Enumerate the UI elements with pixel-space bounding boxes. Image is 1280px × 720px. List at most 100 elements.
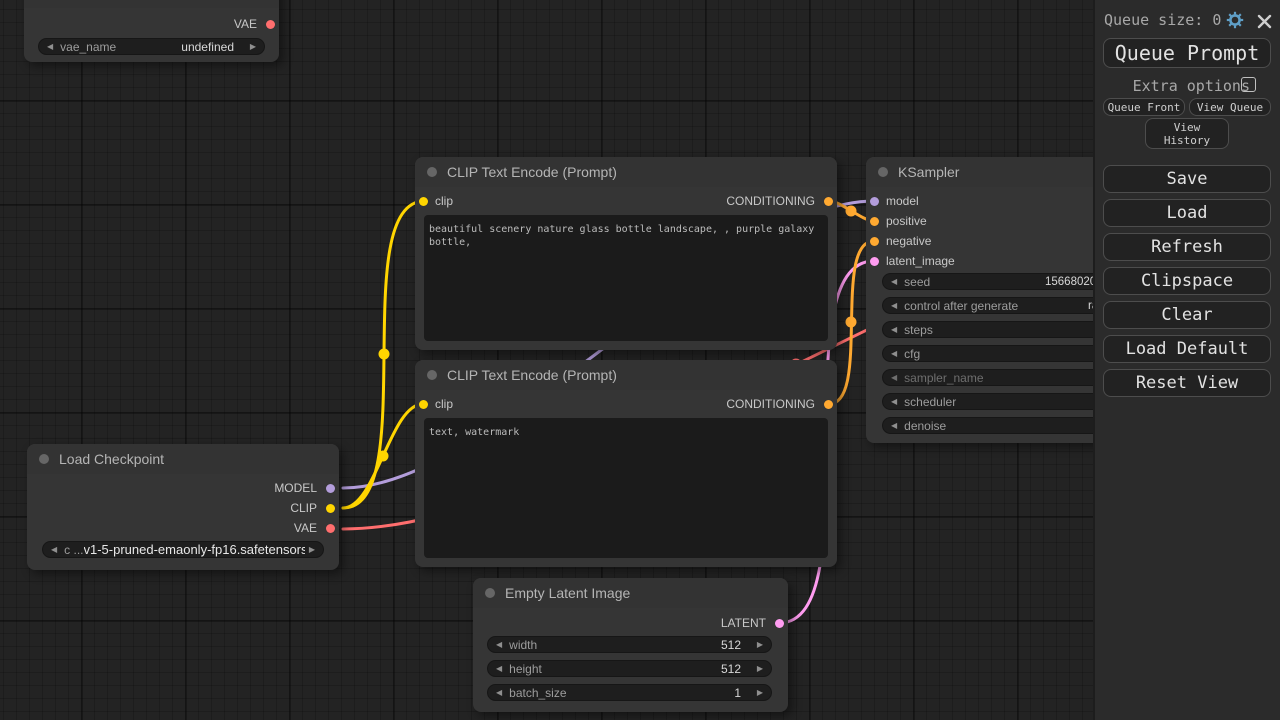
slot-clip-output: CLIP <box>5 498 339 518</box>
latent-output-dot[interactable] <box>775 618 784 628</box>
steps-widget[interactable]: ◀ steps <box>882 321 1122 338</box>
clip-input-dot[interactable] <box>419 196 428 206</box>
node-empty-latent-image[interactable]: Empty Latent Image LATENT ◀ width 512 ▶ … <box>473 578 788 712</box>
prev-arrow-icon[interactable]: ◀ <box>496 640 502 649</box>
slot-label: positive <box>886 214 927 228</box>
reset-view-button[interactable]: Reset View <box>1103 369 1271 397</box>
prev-arrow-icon[interactable]: ◀ <box>891 301 897 310</box>
slot-model-input: model <box>866 191 1046 211</box>
slot-model-output: MODEL <box>5 478 339 498</box>
widget-value: 1 <box>734 685 741 700</box>
node-title-bar[interactable]: CLIP Text Encode (Prompt) <box>415 360 837 390</box>
negative-input-dot[interactable] <box>870 236 879 246</box>
node-clip-text-encode-negative[interactable]: CLIP Text Encode (Prompt) clip CONDITION… <box>415 360 837 567</box>
widget-label: seed <box>904 274 931 289</box>
slot-label: LATENT <box>720 616 766 630</box>
control-after-generate-widget[interactable]: ◀ control after generate rand <box>882 297 1122 314</box>
conditioning-output-dot[interactable] <box>824 399 833 409</box>
widget-label: control after generate <box>904 298 1019 313</box>
next-arrow-icon[interactable]: ▶ <box>757 664 763 673</box>
prev-arrow-icon[interactable]: ◀ <box>891 373 897 382</box>
latent-image-input-dot[interactable] <box>870 256 879 266</box>
vae-output-dot[interactable] <box>266 19 275 29</box>
node-title: CLIP Text Encode (Prompt) <box>447 367 617 383</box>
widget-label: cfg <box>904 346 921 361</box>
conditioning-output-dot[interactable] <box>824 196 833 206</box>
prompt-textarea[interactable]: beautiful scenery nature glass bottle la… <box>424 215 828 341</box>
slot-label: CONDITIONING <box>726 397 815 411</box>
prompt-textarea[interactable]: text, watermark <box>424 418 828 558</box>
model-output-dot[interactable] <box>326 483 335 493</box>
height-widget[interactable]: ◀ height 512 ▶ <box>487 660 772 677</box>
scheduler-widget[interactable]: ◀ scheduler <box>882 393 1122 410</box>
node-status-dot <box>427 370 437 380</box>
settings-gear-icon[interactable] <box>1226 11 1244 29</box>
node-status-dot <box>427 167 437 177</box>
view-history-line1: View <box>1173 120 1201 134</box>
ckpt-name-widget[interactable]: ◀ c ... v1-5-pruned-emaonly-fp16.safeten… <box>42 541 324 558</box>
widget-label: width <box>509 637 538 652</box>
view-queue-button[interactable]: View Queue <box>1189 98 1271 116</box>
extra-options-label: Extra options <box>1132 77 1250 95</box>
prev-arrow-icon[interactable]: ◀ <box>891 349 897 358</box>
vae-output-dot[interactable] <box>326 523 335 533</box>
node-title: CLIP Text Encode (Prompt) <box>447 164 617 180</box>
node-graph-canvas[interactable]: VAE ◀ vae_name undefined ▶ Load Checkpoi… <box>0 0 1280 720</box>
node-title: Load Checkpoint <box>59 451 165 467</box>
node-clip-text-encode-positive[interactable]: CLIP Text Encode (Prompt) clip CONDITION… <box>415 157 837 350</box>
node-title-bar[interactable]: CLIP Text Encode (Prompt) <box>415 157 837 187</box>
node-status-dot <box>39 454 49 464</box>
extra-options-checkbox[interactable] <box>1241 77 1256 92</box>
slot-label: MODEL <box>274 481 317 495</box>
widget-value: 512 <box>720 661 741 676</box>
close-menu-icon[interactable] <box>1255 12 1273 30</box>
next-arrow-icon[interactable]: ▶ <box>309 545 315 554</box>
next-arrow-icon[interactable]: ▶ <box>757 640 763 649</box>
node-title-bar[interactable] <box>24 0 279 8</box>
view-history-line2: History <box>1163 133 1211 147</box>
slot-label: negative <box>886 234 932 248</box>
prev-arrow-icon[interactable]: ◀ <box>891 397 897 406</box>
slot-vae-output: VAE <box>5 518 339 538</box>
model-input-dot[interactable] <box>870 196 879 206</box>
prev-arrow-icon[interactable]: ◀ <box>891 421 897 430</box>
node-vae-loader[interactable]: VAE ◀ vae_name undefined ▶ <box>24 0 279 62</box>
positive-input-dot[interactable] <box>870 216 879 226</box>
prev-arrow-icon[interactable]: ◀ <box>496 664 502 673</box>
slot-positive-input: positive <box>866 211 1046 231</box>
seed-widget[interactable]: ◀ seed 15668020871 <box>882 273 1122 290</box>
prev-arrow-icon[interactable]: ◀ <box>47 42 53 51</box>
load-button[interactable]: Load <box>1103 199 1271 227</box>
slot-label: VAE <box>233 17 257 31</box>
width-widget[interactable]: ◀ width 512 ▶ <box>487 636 772 653</box>
next-arrow-icon[interactable]: ▶ <box>250 42 256 51</box>
prev-arrow-icon[interactable]: ◀ <box>496 688 502 697</box>
clear-button[interactable]: Clear <box>1103 301 1271 329</box>
clipspace-button[interactable]: Clipspace <box>1103 267 1271 295</box>
widget-label: height <box>509 661 542 676</box>
vae-name-widget[interactable]: ◀ vae_name undefined ▶ <box>38 38 265 55</box>
queue-prompt-button[interactable]: Queue Prompt <box>1103 38 1271 68</box>
next-arrow-icon[interactable]: ▶ <box>757 688 763 697</box>
sampler-name-widget[interactable]: ◀ sampler_name <box>882 369 1122 386</box>
node-title: Empty Latent Image <box>505 585 631 601</box>
prev-arrow-icon[interactable]: ◀ <box>51 545 57 554</box>
node-load-checkpoint[interactable]: Load Checkpoint MODEL CLIP VAE ◀ c ... v… <box>27 444 339 570</box>
denoise-widget[interactable]: ◀ denoise <box>882 417 1122 434</box>
slot-clip-input: clip <box>415 191 555 211</box>
load-default-button[interactable]: Load Default <box>1103 335 1271 363</box>
node-title-bar[interactable]: Empty Latent Image <box>473 578 788 608</box>
clip-output-dot[interactable] <box>326 503 335 513</box>
cfg-widget[interactable]: ◀ cfg <box>882 345 1122 362</box>
clip-input-dot[interactable] <box>419 399 428 409</box>
queue-front-button[interactable]: Queue Front <box>1103 98 1185 116</box>
prev-arrow-icon[interactable]: ◀ <box>891 277 897 286</box>
node-status-dot <box>878 167 888 177</box>
prev-arrow-icon[interactable]: ◀ <box>891 325 897 334</box>
refresh-button[interactable]: Refresh <box>1103 233 1271 261</box>
batch-size-widget[interactable]: ◀ batch_size 1 ▶ <box>487 684 772 701</box>
save-button[interactable]: Save <box>1103 165 1271 193</box>
widget-label: scheduler <box>904 394 957 409</box>
node-title-bar[interactable]: Load Checkpoint <box>27 444 339 474</box>
view-history-button[interactable]: View History <box>1145 118 1229 149</box>
